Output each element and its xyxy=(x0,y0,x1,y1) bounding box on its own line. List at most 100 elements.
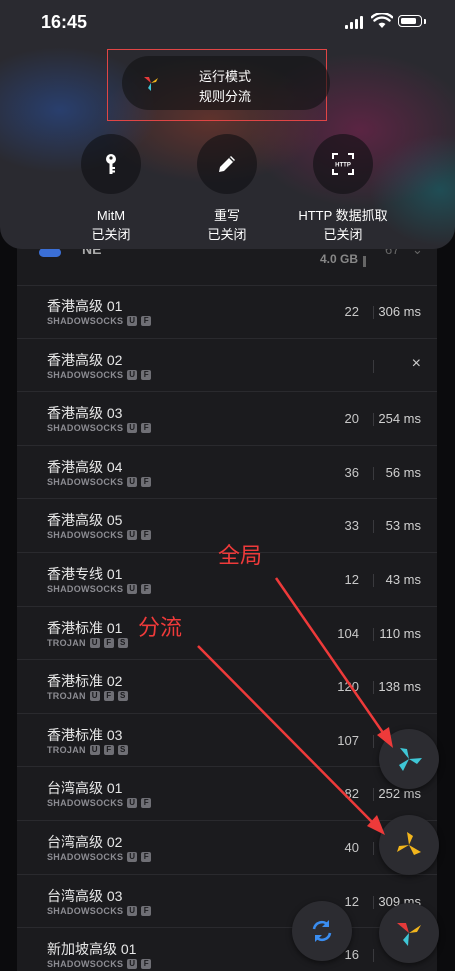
node-protocol: SHADOWSOCKS U F xyxy=(47,798,152,809)
protocol-label: TROJAN xyxy=(47,637,86,648)
node-row[interactable]: 台湾高级 01 SHADOWSOCKS U F 82 252 ms xyxy=(17,767,437,821)
protocol-label: SHADOWSOCKS xyxy=(47,476,124,487)
node-protocol: TROJAN U F S xyxy=(47,637,128,648)
divider xyxy=(373,681,374,695)
group-toggle[interactable] xyxy=(39,248,61,257)
protocol-tag: S xyxy=(117,744,128,755)
node-speed: 56 ms xyxy=(385,464,421,480)
failed-icon: × xyxy=(411,354,421,372)
node-latency: 12 xyxy=(344,572,359,587)
node-protocol: SHADOWSOCKS U F xyxy=(47,423,152,434)
global-mode-icon xyxy=(399,748,422,771)
node-name: 香港标准 02 xyxy=(47,673,123,690)
mitm-toggle-button[interactable] xyxy=(81,134,141,194)
node-latency: 16 xyxy=(344,947,359,963)
node-latency: 12 xyxy=(344,893,359,909)
protocol-tag: U xyxy=(89,744,100,755)
protocol-label: SHADOWSOCKS xyxy=(47,905,124,916)
protocol-tag: F xyxy=(141,584,152,594)
node-speed: 53 ms xyxy=(385,518,421,534)
mitm-title: MitM xyxy=(96,208,126,223)
protocol-tag: F xyxy=(141,798,152,809)
node-row[interactable]: 香港高级 01 SHADOWSOCKS U F 22 306 ms xyxy=(17,285,437,339)
protocol-label: SHADOWSOCKS xyxy=(47,530,124,541)
cellular-signal-icon xyxy=(345,16,363,29)
node-row[interactable]: 香港高级 03 SHADOWSOCKS U F 20 254 ms xyxy=(17,392,437,446)
divider xyxy=(373,306,374,319)
control-center-panel: 16:45 运行模式 规则分流 HTTP MitM 已关闭 重写 已关闭 HTT… xyxy=(0,0,455,249)
svg-text:HTTP: HTTP xyxy=(335,163,351,169)
node-name: 香港高级 03 xyxy=(47,405,123,422)
protocol-label: SHADOWSOCKS xyxy=(47,423,124,434)
node-name: 台湾高级 03 xyxy=(47,887,123,904)
node-row[interactable]: 香港高级 04 SHADOWSOCKS U F 36 56 ms xyxy=(17,446,437,500)
node-latency: 120 xyxy=(337,679,359,695)
protocol-tag: F xyxy=(141,476,152,487)
node-row[interactable]: 台湾高级 02SHADOWSOCKSUF402 xyxy=(17,821,437,875)
http-capture-state: 已关闭 xyxy=(323,227,363,242)
divider xyxy=(373,466,374,480)
proxy-list: NE 4.0 GB 67 ⌄ 香港高级 01 SHADOWSOCKS U F 22 306… xyxy=(17,230,437,971)
protocol-label: SHADOWSOCKS xyxy=(47,316,124,326)
divider xyxy=(373,627,374,641)
node-latency: 22 xyxy=(344,304,359,319)
divider xyxy=(373,359,374,373)
protocol-tag: S xyxy=(117,691,128,702)
protocol-tag: F xyxy=(141,852,152,862)
rewrite-tile-label: 重写 已关闭 xyxy=(182,206,272,244)
rewrite-toggle-button[interactable] xyxy=(197,134,257,194)
node-row[interactable]: 香港高级 02 SHADOWSOCKS U F × xyxy=(17,339,437,393)
node-latency: 33 xyxy=(344,518,359,534)
node-row[interactable]: 香港标准 01 TROJAN U F S 104 110 ms xyxy=(17,607,437,661)
divider xyxy=(373,895,374,909)
node-speed: 306 ms xyxy=(378,304,421,319)
protocol-tag: U xyxy=(127,530,138,541)
node-name: 台湾高级 02 xyxy=(47,834,123,850)
node-protocol: SHADOWSOCKS U F xyxy=(47,530,152,541)
node-name: 新加坡高级 01 xyxy=(47,941,137,958)
node-speed: 43 ms xyxy=(385,572,421,587)
global-mode-button[interactable] xyxy=(379,729,439,789)
node-latency: 36 xyxy=(344,464,359,480)
protocol-tag: U xyxy=(89,637,100,648)
node-row[interactable]: 香港标准 03TROJANUFS1071 xyxy=(17,714,437,768)
refresh-button[interactable] xyxy=(292,901,352,961)
protocol-tag: F xyxy=(141,369,152,380)
protocol-tag: F xyxy=(141,530,152,541)
rule-mode-button[interactable] xyxy=(379,815,439,875)
protocol-label: TROJAN xyxy=(47,744,86,755)
node-protocol: SHADOWSOCKS U F xyxy=(47,476,152,487)
node-speed: 254 ms xyxy=(378,411,421,427)
protocol-tag: U xyxy=(127,369,138,380)
mitm-tile-label: MitM 已关闭 xyxy=(66,206,156,244)
protocol-tag: U xyxy=(127,798,138,809)
node-protocol: SHADOWSOCKS U F xyxy=(47,852,152,862)
node-latency: 107 xyxy=(337,732,359,748)
protocol-tag: U xyxy=(127,316,138,326)
node-protocol: SHADOWSOCKS U F xyxy=(47,959,152,970)
group-traffic: 4.0 GB xyxy=(320,252,359,266)
protocol-label: SHADOWSOCKS xyxy=(47,798,124,809)
node-name: 香港专线 01 xyxy=(47,566,123,582)
http-capture-toggle-button[interactable]: HTTP xyxy=(313,134,373,194)
node-protocol: SHADOWSOCKS U F xyxy=(47,584,152,594)
node-name: 香港高级 02 xyxy=(47,351,123,368)
surge-logo-icon[interactable] xyxy=(142,74,160,92)
node-name: 香港标准 03 xyxy=(47,726,123,743)
node-name: 香港高级 05 xyxy=(47,512,123,529)
protocol-tag: F xyxy=(103,691,114,702)
node-name: 香港标准 01 xyxy=(47,619,123,636)
node-protocol: TROJAN U F S xyxy=(47,744,128,755)
divider xyxy=(373,842,374,855)
http-capture-icon: HTTP xyxy=(332,153,354,175)
status-time: 16:45 xyxy=(41,12,88,32)
node-row[interactable]: 香港标准 02 TROJAN U F S 120 138 ms xyxy=(17,660,437,714)
node-row[interactable]: 新加坡高级 01SHADOWSOCKSUF1621 xyxy=(17,928,437,971)
node-protocol: TROJAN U F S xyxy=(47,691,128,702)
rewrite-title: 重写 xyxy=(213,208,240,223)
battery-tip xyxy=(424,19,426,24)
run-mode-value: 规则分流 xyxy=(199,89,252,104)
direct-mode-button[interactable] xyxy=(379,903,439,963)
node-row[interactable]: 台湾高级 03 SHADOWSOCKS U F 12 309 ms xyxy=(17,875,437,929)
node-speed: 252 ms xyxy=(378,786,421,802)
